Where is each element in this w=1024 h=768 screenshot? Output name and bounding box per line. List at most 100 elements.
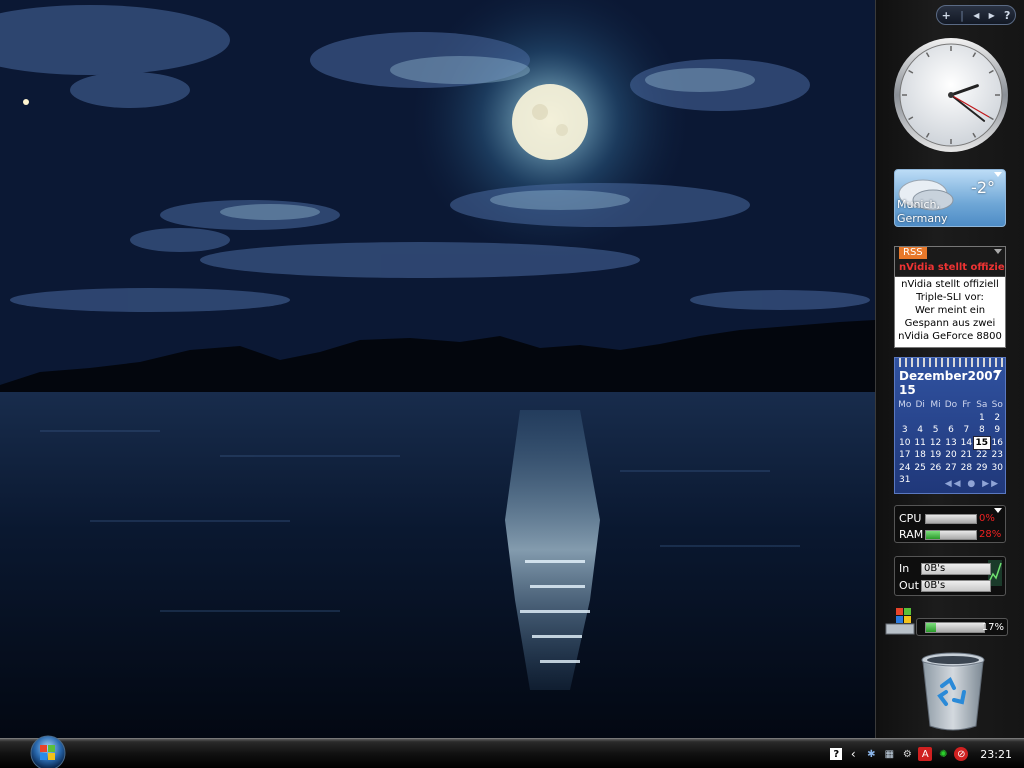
clock-gadget[interactable] [892, 36, 1010, 154]
next-page-button[interactable]: ▶ [989, 11, 995, 20]
calendar-day[interactable]: 26 [928, 462, 943, 475]
cpu-meter-gadget[interactable]: CPU 0% RAM 28% [894, 505, 1006, 543]
calendar-day[interactable]: 28 [959, 462, 974, 475]
calendar-day[interactable]: 11 [912, 437, 927, 450]
disk-meter-gadget[interactable]: 17% [884, 606, 1008, 642]
calendar-grid: Mo Di Mi Do Fr Sa So 1 2 3 4 5 6 7 8 9 10 11 12 13 14 15 16 17… [897, 399, 1005, 487]
windows-drive-icon [885, 608, 915, 635]
calendar-day [928, 412, 943, 425]
rss-body[interactable]: nVidia stellt offiziell Triple-SLI vor: … [895, 277, 1005, 343]
out-label: Out [899, 579, 919, 592]
calendar-day[interactable]: 9 [990, 424, 1005, 437]
controls-separator: | [960, 8, 965, 22]
weekday-header: Sa [976, 400, 988, 411]
weather-location: Munich, Germany [897, 198, 948, 225]
calendar-day[interactable]: 1 [974, 412, 989, 425]
calendar-day[interactable]: 21 [959, 449, 974, 462]
system-tray: ? ‹ ✱ ▦ ⚙ A ✺ ⊘ 23:21 [828, 739, 1024, 768]
rss-badge: RSS [899, 247, 927, 259]
calendar-day [928, 474, 943, 487]
taskbar: ? ‹ ✱ ▦ ⚙ A ✺ ⊘ 23:21 [0, 735, 1024, 768]
calendar-day[interactable]: 30 [990, 462, 1005, 475]
weekday-header: Fr [962, 400, 971, 411]
windows-sidebar: + | ◀ ▶ ? -2° Munich, Germany RSS nVidia… [875, 0, 1024, 738]
calendar-day[interactable]: 3 [897, 424, 912, 437]
calendar-day[interactable]: 22 [974, 449, 989, 462]
calendar-day[interactable]: 17 [897, 449, 912, 462]
calendar-day[interactable]: 8 [974, 424, 989, 437]
calendar-day [959, 412, 974, 425]
rss-options-icon[interactable] [994, 249, 1002, 254]
calendar-day[interactable]: 29 [974, 462, 989, 475]
previous-page-button[interactable]: ◀ [973, 11, 979, 20]
help-button[interactable]: ? [1004, 9, 1010, 22]
calendar-day[interactable]: 20 [943, 449, 958, 462]
rss-headline[interactable]: nVidia stellt offiziell [899, 262, 1005, 273]
recycle-bin-icon[interactable] [920, 652, 986, 734]
help-icon[interactable]: ? [830, 748, 843, 760]
calendar-day [912, 412, 927, 425]
calendar-day[interactable]: 13 [943, 437, 958, 450]
calendar-options-icon[interactable] [994, 370, 1002, 375]
weekday-header: Do [944, 400, 958, 411]
calendar-day[interactable]: 4 [912, 424, 927, 437]
out-value: 0B's [921, 579, 991, 592]
stop-icon[interactable]: ⊘ [954, 747, 969, 761]
calendar-day[interactable]: 27 [943, 462, 958, 475]
settings-icon[interactable]: ✱ [864, 747, 878, 761]
in-value: 0B's [921, 562, 991, 575]
calendar-month: Dezember 15 [899, 369, 968, 397]
calendar-day[interactable]: 18 [912, 449, 927, 462]
cpu-meter-options-icon[interactable] [994, 508, 1002, 513]
rss-feed-gadget[interactable]: RSS nVidia stellt offiziell nVidia stell… [894, 246, 1006, 348]
chevron-left-icon[interactable]: ‹ [846, 747, 860, 761]
calendar-day[interactable]: 19 [928, 449, 943, 462]
calendar-day[interactable]: 16 [990, 437, 1005, 450]
calendar-day[interactable]: 15 [973, 435, 991, 450]
steam-icon[interactable]: ⚙ [900, 747, 914, 761]
calendar-day [943, 412, 958, 425]
windows-logo-icon [30, 735, 66, 768]
weather-gadget[interactable]: -2° Munich, Germany [894, 169, 1006, 227]
calendar-next-icon[interactable]: ▶▶ [982, 479, 1000, 489]
calendar-day[interactable]: 24 [897, 462, 912, 475]
calendar-header: Dezember 15 2007 [895, 367, 1005, 399]
ram-bar [925, 529, 977, 540]
ram-value: 28% [979, 529, 1002, 540]
weather-options-icon[interactable] [994, 172, 1002, 177]
clock-face [894, 38, 1008, 152]
calendar-nav[interactable]: ◀◀ ● ▶▶ [945, 479, 1000, 489]
calendar-day[interactable]: 10 [897, 437, 912, 450]
calendar-day[interactable]: 12 [928, 437, 943, 450]
ram-label: RAM [899, 528, 924, 541]
calendar-day[interactable]: 31 [897, 474, 912, 487]
sync-icon[interactable]: ✺ [936, 747, 950, 761]
calendar-day[interactable]: 23 [990, 449, 1005, 462]
calendar-day[interactable]: 7 [959, 424, 974, 437]
add-gadget-button[interactable]: + [942, 9, 951, 22]
desktop-wallpaper[interactable] [0, 0, 875, 738]
calendar-day[interactable]: 2 [990, 412, 1005, 425]
calendar-today-icon[interactable]: ● [967, 479, 977, 489]
cpu-bar [925, 513, 977, 524]
disk-bar [925, 622, 985, 633]
taskbar-clock[interactable]: 23:21 [980, 748, 1012, 761]
weekday-header: Mi [930, 400, 941, 411]
night-lake-image [0, 0, 875, 738]
calendar-day[interactable]: 5 [928, 424, 943, 437]
network-meter-gadget[interactable]: In 0B's Out 0B's [894, 556, 1006, 596]
calendar-gadget[interactable]: Dezember 15 2007 Mo Di Mi Do Fr Sa So 12345678… [894, 357, 1006, 494]
calendar-day[interactable]: 6 [943, 424, 958, 437]
weekday-header: Mo [898, 400, 912, 411]
network-icon[interactable]: ▦ [882, 747, 896, 761]
weekday-header: So [991, 400, 1003, 411]
calendar-prev-icon[interactable]: ◀◀ [945, 479, 963, 489]
start-button[interactable] [30, 735, 66, 768]
star [23, 99, 29, 105]
calendar-day[interactable]: 14 [959, 437, 974, 450]
calendar-day [897, 412, 912, 425]
calendar-day[interactable]: 25 [912, 462, 927, 475]
temperature: -2° [971, 178, 995, 197]
antivirus-icon[interactable]: A [918, 747, 933, 761]
calendar-day [912, 474, 927, 487]
